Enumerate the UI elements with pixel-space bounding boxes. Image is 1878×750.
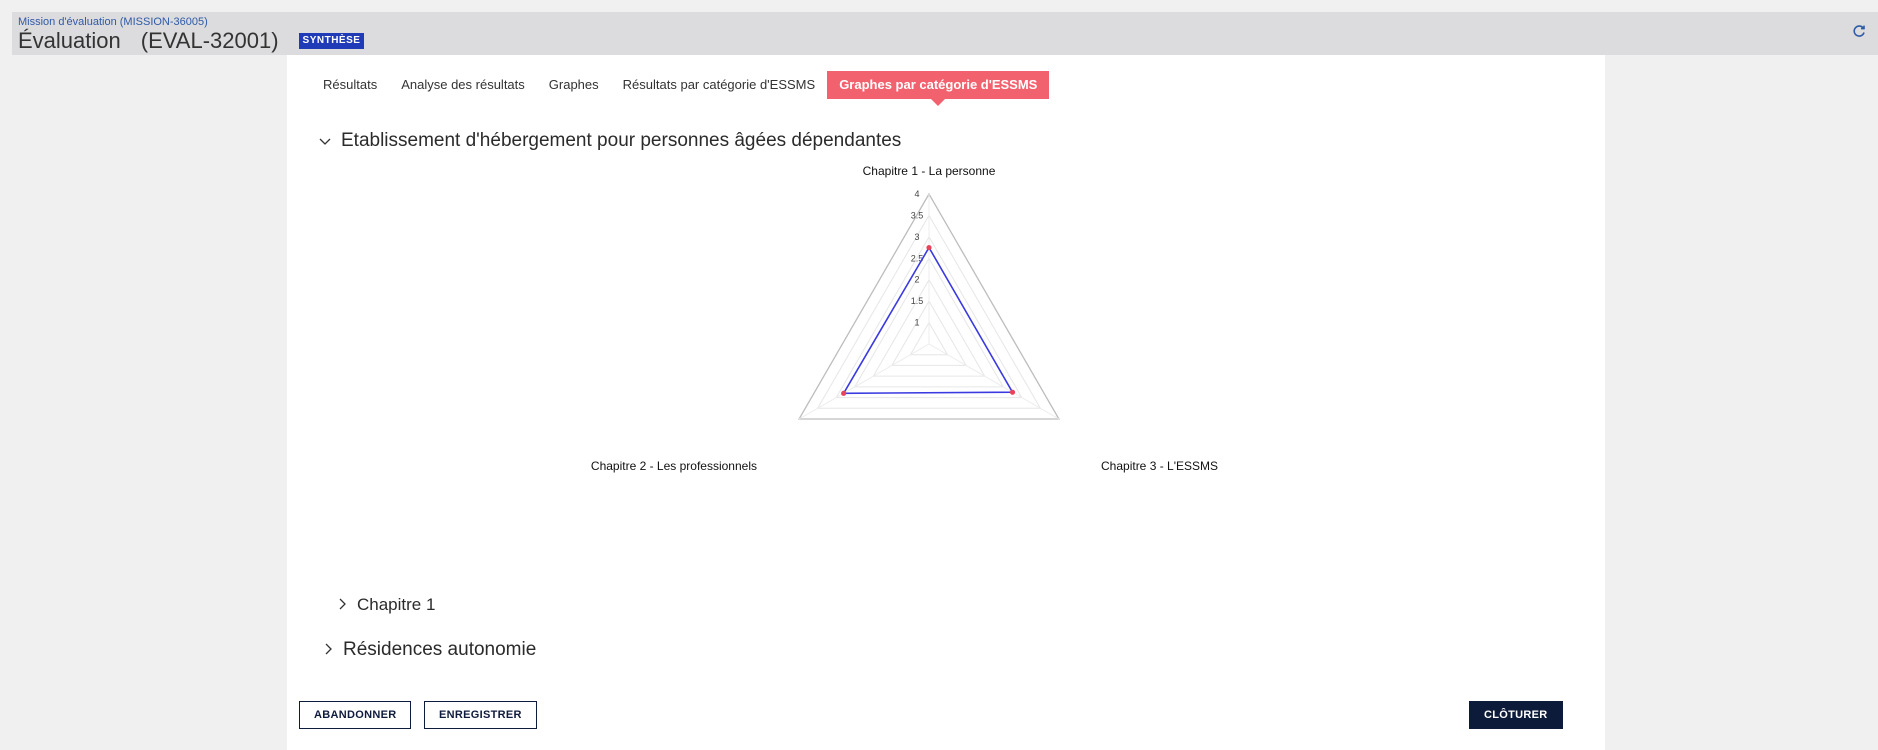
chevron-right-icon (325, 642, 333, 658)
subsection-chapitre-1[interactable]: Chapitre 1 (339, 595, 435, 615)
axis-label: Chapitre 3 - L'ESSMS (1101, 459, 1218, 473)
axis-spoke (928, 343, 1060, 420)
section-ehpad-header[interactable]: Etablissement d'hébergement pour personn… (319, 130, 901, 152)
tab-graphes[interactable]: Graphes (537, 71, 611, 99)
tab-resultats[interactable]: Résultats (311, 71, 389, 99)
tick-label: 3 (914, 232, 919, 242)
subsection-title: Résidences autonomie (343, 639, 537, 660)
subsection-residences-autonomie[interactable]: Résidences autonomie (325, 639, 536, 661)
tab-analyse-resultats[interactable]: Analyse des résultats (389, 71, 537, 99)
chevron-down-icon (319, 133, 331, 149)
tab-graphes-categorie[interactable]: Graphes par catégorie d'ESSMS (827, 71, 1050, 106)
abandon-button[interactable]: ABANDONNER (299, 701, 412, 729)
page-title: Évaluation (18, 28, 121, 53)
tick-label: 4 (914, 189, 919, 199)
data-series-line (842, 245, 1014, 395)
tick-label: 2 (914, 275, 919, 285)
data-point (1009, 389, 1016, 395)
tick-label: 3.5 (911, 210, 924, 220)
tab-resultats-categorie[interactable]: Résultats par catégorie d'ESSMS (611, 71, 828, 99)
save-button[interactable]: ENREGISTRER (424, 701, 537, 729)
subsection-title: Chapitre 1 (357, 595, 436, 614)
radar-chart: 11.522.533.54Chapitre 1 - La personneCha… (591, 165, 1218, 473)
status-badge: SYNTHÈSE (298, 33, 365, 49)
tick-label: 1 (914, 318, 919, 328)
section-title: Etablissement d'hébergement pour personn… (341, 130, 902, 151)
axis-label: Chapitre 1 - La personne (863, 165, 996, 178)
tab-bar: Résultats Analyse des résultats Graphes … (311, 71, 1050, 106)
evaluation-code: (EVAL-32001) (140, 28, 279, 53)
chevron-right-icon (339, 597, 347, 613)
tick-label: 1.5 (911, 296, 924, 306)
mission-link[interactable]: Mission d'évaluation (MISSION-36005) (18, 16, 208, 28)
close-button[interactable]: CLÔTURER (1469, 701, 1563, 729)
data-point (926, 244, 932, 251)
data-point (841, 390, 847, 396)
axis-spoke (798, 343, 930, 420)
main-panel: Résultats Analyse des résultats Graphes … (287, 55, 1605, 750)
page-header: Mission d'évaluation (MISSION-36005) Éva… (12, 12, 1878, 55)
refresh-icon[interactable] (1852, 22, 1866, 43)
axis-label: Chapitre 2 - Les professionnels (591, 459, 757, 473)
title-row: Évaluation (EVAL-32001) SYNTHÈSE (18, 28, 365, 53)
